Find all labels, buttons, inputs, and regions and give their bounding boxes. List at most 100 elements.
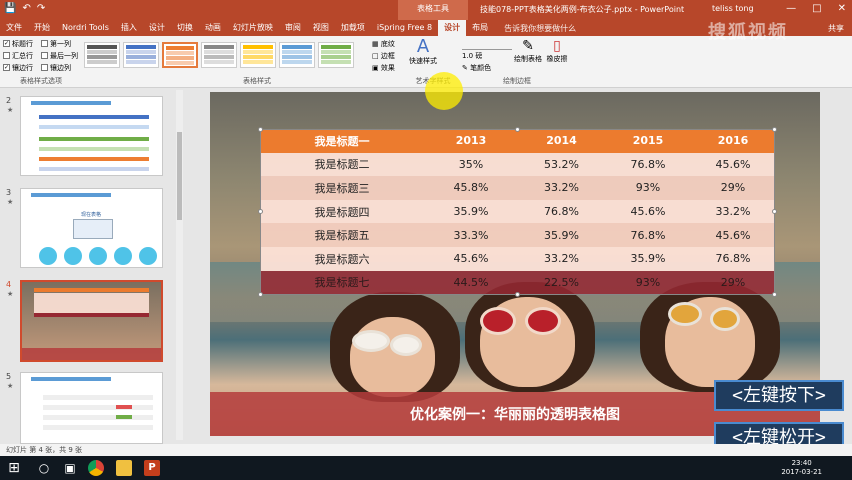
table-cell[interactable]: 22.5% bbox=[518, 270, 605, 295]
tab-view[interactable]: 视图 bbox=[307, 20, 335, 36]
table-cell[interactable]: 我是标题二 bbox=[260, 152, 424, 177]
minimize-icon[interactable]: — bbox=[786, 3, 796, 14]
table-cell[interactable]: 我是标题一 bbox=[260, 129, 424, 153]
style-swatch[interactable] bbox=[123, 42, 159, 68]
table-cell[interactable]: 53.2% bbox=[518, 152, 605, 177]
resize-handle[interactable] bbox=[258, 209, 263, 214]
style-swatch[interactable] bbox=[318, 42, 354, 68]
slide-thumbnail-4[interactable] bbox=[20, 280, 163, 362]
table-cell[interactable]: 45.6% bbox=[424, 246, 518, 271]
resize-handle[interactable] bbox=[258, 127, 263, 132]
option-first-column[interactable]: 第一列 bbox=[41, 38, 79, 49]
powerpoint-icon[interactable]: P bbox=[144, 460, 160, 476]
table-cell[interactable]: 33.2% bbox=[691, 199, 775, 224]
close-icon[interactable]: ✕ bbox=[838, 3, 846, 14]
tab-addins[interactable]: 加载项 bbox=[335, 20, 371, 36]
shading-button[interactable]: ▦ 底纹 bbox=[372, 38, 408, 50]
slide-thumbnail-2[interactable] bbox=[20, 96, 163, 176]
table-cell[interactable]: 35.9% bbox=[605, 246, 691, 271]
undo-icon[interactable]: ↶ bbox=[22, 3, 30, 14]
table-cell[interactable]: 35% bbox=[424, 152, 518, 177]
task-view-icon[interactable]: ▣ bbox=[62, 460, 78, 476]
search-icon[interactable]: ○ bbox=[36, 460, 52, 476]
resize-handle[interactable] bbox=[772, 127, 777, 132]
table-cell[interactable]: 2014 bbox=[518, 129, 605, 153]
tab-nordri[interactable]: Nordri Tools bbox=[56, 20, 115, 36]
data-table[interactable]: 我是标题一 2013 2014 2015 2016 我是标题二 35% 53.2% 7… bbox=[260, 129, 775, 295]
style-swatch-selected[interactable] bbox=[162, 42, 198, 68]
resize-handle[interactable] bbox=[515, 292, 520, 297]
table-cell[interactable]: 35.9% bbox=[518, 223, 605, 247]
option-total-row[interactable]: 汇总行 bbox=[3, 50, 41, 61]
tab-design[interactable]: 设计 bbox=[143, 20, 171, 36]
table-cell[interactable]: 76.8% bbox=[691, 246, 775, 271]
slide-thumbnail-3[interactable]: 现在表格 bbox=[20, 188, 163, 268]
table-cell[interactable]: 我是标题七 bbox=[260, 270, 424, 295]
tab-file[interactable]: 文件 bbox=[0, 20, 28, 36]
table-cell[interactable]: 2016 bbox=[691, 129, 775, 153]
tab-animations[interactable]: 动画 bbox=[199, 20, 227, 36]
style-swatch[interactable] bbox=[84, 42, 120, 68]
table-cell[interactable]: 29% bbox=[691, 176, 775, 200]
table-cell[interactable]: 93% bbox=[605, 270, 691, 295]
tab-slideshow[interactable]: 幻灯片放映 bbox=[227, 20, 279, 36]
table-cell[interactable]: 我是标题三 bbox=[260, 176, 424, 200]
table-cell[interactable]: 我是标题四 bbox=[260, 199, 424, 224]
style-swatch[interactable] bbox=[201, 42, 237, 68]
table-cell[interactable]: 76.8% bbox=[518, 199, 605, 224]
table-cell[interactable]: 93% bbox=[605, 176, 691, 200]
style-swatch[interactable] bbox=[279, 42, 315, 68]
table-cell[interactable]: 我是标题六 bbox=[260, 246, 424, 271]
system-clock: 23:40 2017-03-21 bbox=[781, 459, 822, 476]
table-cell[interactable]: 我是标题五 bbox=[260, 223, 424, 247]
table-cell[interactable]: 44.5% bbox=[424, 270, 518, 295]
tab-table-layout[interactable]: 布局 bbox=[466, 20, 494, 36]
table-cell[interactable]: 76.8% bbox=[605, 152, 691, 177]
tab-insert[interactable]: 插入 bbox=[115, 20, 143, 36]
option-banded-rows[interactable]: ✓ 镶边行 bbox=[3, 62, 41, 73]
resize-handle[interactable] bbox=[772, 209, 777, 214]
resize-handle[interactable] bbox=[515, 127, 520, 132]
table-cell[interactable]: 76.8% bbox=[605, 223, 691, 247]
table-cell[interactable]: 33.2% bbox=[518, 176, 605, 200]
save-icon[interactable]: 💾 bbox=[4, 3, 16, 14]
table-cell[interactable]: 29% bbox=[691, 270, 775, 295]
table-cell[interactable]: 45.6% bbox=[691, 152, 775, 177]
maximize-icon[interactable]: □ bbox=[812, 3, 821, 14]
thumbnail-scrollbar[interactable] bbox=[176, 90, 183, 440]
option-header-row[interactable]: ✓ 标题行 bbox=[3, 38, 41, 49]
tab-review[interactable]: 审阅 bbox=[279, 20, 307, 36]
folder-icon[interactable] bbox=[116, 460, 132, 476]
scrollbar-thumb[interactable] bbox=[177, 132, 182, 220]
table-cell[interactable]: 45.6% bbox=[691, 223, 775, 247]
table-cell[interactable]: 2013 bbox=[424, 129, 518, 153]
table-cell[interactable]: 35.9% bbox=[424, 199, 518, 224]
tab-transitions[interactable]: 切换 bbox=[171, 20, 199, 36]
table-cell[interactable]: 45.8% bbox=[424, 176, 518, 200]
table-cell[interactable]: 33.3% bbox=[424, 223, 518, 247]
border-button[interactable]: □ 边框 bbox=[372, 50, 408, 62]
share-button[interactable]: 共享 bbox=[828, 23, 852, 34]
draw-table-button[interactable]: ✎ 绘制表格 bbox=[514, 38, 542, 64]
quick-styles-button[interactable]: A 快速样式 bbox=[408, 38, 438, 66]
table-cell[interactable]: 2015 bbox=[605, 129, 691, 153]
style-swatch[interactable] bbox=[240, 42, 276, 68]
pen-style-select[interactable] bbox=[462, 38, 512, 50]
resize-handle[interactable] bbox=[772, 292, 777, 297]
user-name[interactable]: teliss tong bbox=[712, 4, 754, 13]
redo-icon[interactable]: ↷ bbox=[37, 3, 45, 14]
resize-handle[interactable] bbox=[258, 292, 263, 297]
option-last-column[interactable]: 最后一列 bbox=[41, 50, 79, 61]
tell-me-input[interactable]: 告诉我你想要做什么 bbox=[504, 23, 576, 34]
tab-ispring[interactable]: iSpring Free 8 bbox=[371, 20, 438, 36]
start-icon[interactable]: ⊞ bbox=[6, 460, 22, 476]
table-cell[interactable]: 33.2% bbox=[518, 246, 605, 271]
tab-table-design[interactable]: 设计 bbox=[438, 20, 467, 36]
chrome-icon[interactable] bbox=[88, 460, 104, 476]
tab-home[interactable]: 开始 bbox=[28, 20, 56, 36]
table-cell[interactable]: 45.6% bbox=[605, 199, 691, 224]
option-banded-columns[interactable]: 镶边列 bbox=[41, 62, 79, 73]
slide-thumbnail-5[interactable] bbox=[20, 372, 163, 444]
effects-button[interactable]: ▣ 效果 bbox=[372, 62, 408, 74]
eraser-button[interactable]: ▯ 橡皮擦 bbox=[544, 38, 570, 64]
